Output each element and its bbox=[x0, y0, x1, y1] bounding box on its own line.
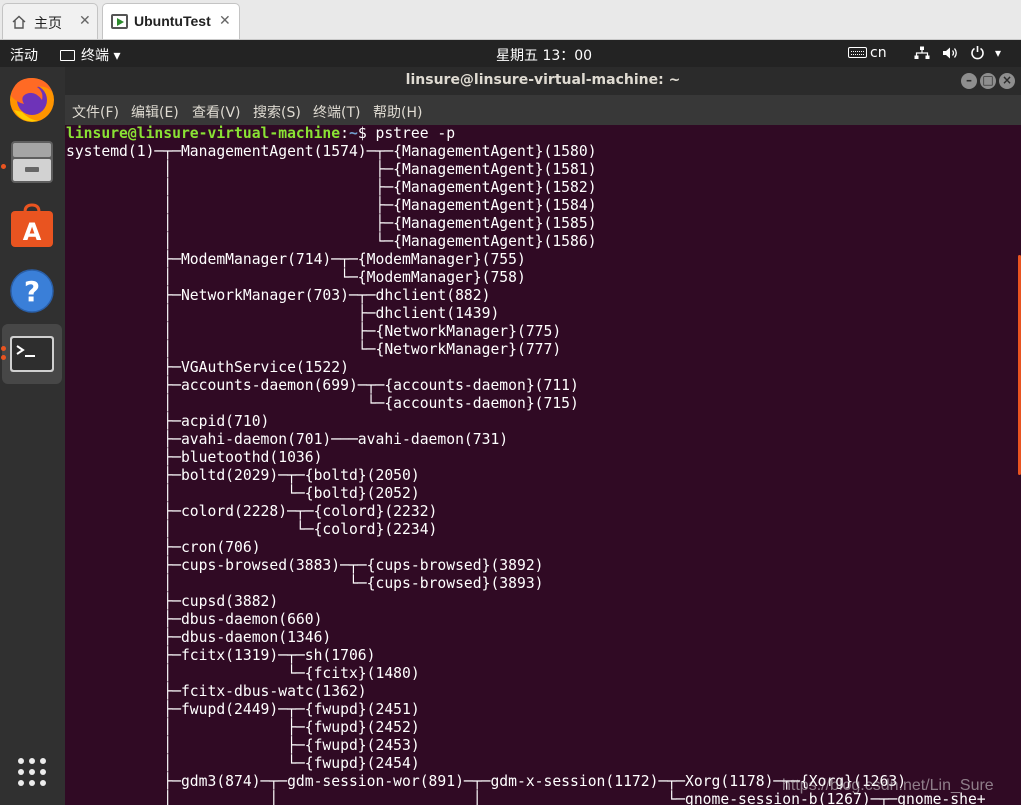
window-titlebar[interactable]: linsure@linsure-virtual-machine: ~ – □ × bbox=[65, 67, 1021, 95]
menu-file[interactable]: 文件(F) bbox=[72, 102, 119, 122]
output-line: │ ├─{ManagementAgent}(1585) bbox=[66, 215, 597, 232]
help-icon: ? bbox=[10, 269, 54, 313]
dock-files[interactable] bbox=[2, 131, 62, 191]
home-icon bbox=[12, 15, 26, 29]
output-line: ├─cupsd(3882) bbox=[66, 593, 279, 610]
show-apps-icon bbox=[18, 758, 46, 786]
output-line: ├─VGAuthService(1522) bbox=[66, 359, 349, 376]
output-line: ├─dbus-daemon(1346) bbox=[66, 629, 332, 646]
gnome-top-bar: 活动 终端 ▾ 星期五 13：00 cn ▾ bbox=[0, 40, 1021, 67]
tab-home-close-icon[interactable]: ✕ bbox=[79, 12, 91, 29]
vm-play-icon bbox=[111, 14, 128, 29]
output-line: │ └─{colord}(2234) bbox=[66, 521, 438, 538]
terminal-small-icon bbox=[60, 50, 75, 61]
maximize-button[interactable]: □ bbox=[980, 73, 996, 89]
tab-ubuntutest[interactable]: UbuntuTest ✕ bbox=[102, 3, 240, 39]
prompt-end: $ bbox=[357, 125, 376, 142]
dock-help[interactable]: ? bbox=[2, 260, 62, 320]
menu-help[interactable]: 帮助(H) bbox=[373, 102, 422, 122]
activities-button[interactable]: 活动 bbox=[10, 45, 38, 65]
output-line: ├─boltd(2029)─┬─{boltd}(2050) bbox=[66, 467, 420, 484]
svg-text:A: A bbox=[23, 218, 42, 246]
system-menu-chevron-down-icon[interactable]: ▾ bbox=[995, 46, 1001, 60]
output-line: ├─cron(706) bbox=[66, 539, 261, 556]
output-line: │ ├─{fwupd}(2452) bbox=[66, 719, 420, 736]
svg-text:?: ? bbox=[24, 275, 40, 308]
dock-show-apps[interactable] bbox=[2, 745, 62, 805]
output-line: ├─NetworkManager(703)─┬─dhclient(882) bbox=[66, 287, 491, 304]
output-line: ├─fcitx(1319)─┬─sh(1706) bbox=[66, 647, 376, 664]
dock-terminal[interactable] bbox=[2, 324, 62, 384]
terminal-output-area[interactable]: linsure@linsure-virtual-machine:~$ pstre… bbox=[65, 125, 1021, 805]
terminal-menubar: 文件(F) 编辑(E) 查看(V) 搜索(S) 终端(T) 帮助(H) bbox=[65, 95, 1021, 125]
command-text: pstree -p bbox=[375, 125, 456, 142]
dock-software-center[interactable]: A bbox=[2, 196, 62, 256]
output-line: ├─fcitx-dbus-watc(1362) bbox=[66, 683, 367, 700]
terminal-icon bbox=[10, 336, 54, 372]
output-line: ├─fwupd(2449)─┬─{fwupd}(2451) bbox=[66, 701, 420, 718]
tab-home-label: 主页 bbox=[34, 15, 62, 31]
running-indicator bbox=[1, 355, 6, 360]
dock-firefox[interactable] bbox=[2, 70, 62, 130]
output-line: ├─dbus-daemon(660) bbox=[66, 611, 323, 628]
output-line: ├─avahi-daemon(701)───avahi-daemon(731) bbox=[66, 431, 509, 448]
output-line: │ ├─{ManagementAgent}(1582) bbox=[66, 179, 597, 196]
output-line: ├─colord(2228)─┬─{colord}(2232) bbox=[66, 503, 438, 520]
running-indicator bbox=[1, 346, 6, 351]
output-line: │ └─{boltd}(2052) bbox=[66, 485, 420, 502]
tab-ubuntutest-close-icon[interactable]: ✕ bbox=[219, 12, 231, 29]
firefox-icon bbox=[10, 78, 54, 122]
output-line: │ └─{fcitx}(1480) bbox=[66, 665, 420, 682]
output-line: │ ├─{ManagementAgent}(1584) bbox=[66, 197, 597, 214]
output-line: ├─ModemManager(714)─┬─{ModemManager}(755… bbox=[66, 251, 526, 268]
output-line: │ ├─{fwupd}(2453) bbox=[66, 737, 420, 754]
tab-ubuntutest-label: UbuntuTest bbox=[134, 13, 211, 29]
menu-edit[interactable]: 编辑(E) bbox=[131, 102, 179, 122]
power-icon[interactable] bbox=[970, 45, 985, 60]
prompt-separator: : bbox=[340, 125, 349, 142]
host-tab-strip: 主页 ✕ UbuntuTest ✕ bbox=[0, 0, 1021, 40]
output-line: ├─acpid(710) bbox=[66, 413, 270, 430]
menu-search[interactable]: 搜索(S) bbox=[253, 102, 301, 122]
output-line: ├─cups-browsed(3883)─┬─{cups-browsed}(38… bbox=[66, 557, 544, 574]
input-method-label: cn bbox=[870, 45, 887, 61]
output-line: │ ├─dhclient(1439) bbox=[66, 305, 500, 322]
menu-terminal[interactable]: 终端(T) bbox=[313, 102, 360, 122]
app-menu-label: 终端 ▾ bbox=[81, 48, 121, 64]
output-line: │ └─{NetworkManager}(777) bbox=[66, 341, 562, 358]
clock[interactable]: 星期五 13：00 bbox=[496, 45, 592, 65]
output-line: systemd(1)─┬─ManagementAgent(1574)─┬─{Ma… bbox=[66, 143, 597, 160]
minimize-button[interactable]: – bbox=[961, 73, 977, 89]
prompt-line: linsure@linsure-virtual-machine:~$ pstre… bbox=[66, 125, 986, 143]
output-line: │ └─{fwupd}(2454) bbox=[66, 755, 420, 772]
output-line: ├─bluetoothd(1036) bbox=[66, 449, 323, 466]
keyboard-icon bbox=[848, 47, 867, 58]
prompt-path: ~ bbox=[348, 125, 358, 142]
output-line: │ └─{ManagementAgent}(1586) bbox=[66, 233, 597, 250]
output-line: │ └─{accounts-daemon}(715) bbox=[66, 395, 579, 412]
software-center-icon: A bbox=[11, 203, 53, 247]
input-method-indicator[interactable]: cn bbox=[848, 45, 887, 61]
menu-view[interactable]: 查看(V) bbox=[192, 102, 241, 122]
prompt-user: linsure@linsure-virtual-machine bbox=[66, 125, 341, 142]
output-line: │ ├─{NetworkManager}(775) bbox=[66, 323, 562, 340]
tab-home[interactable]: 主页 ✕ bbox=[2, 3, 98, 39]
volume-icon[interactable] bbox=[942, 46, 959, 60]
files-icon bbox=[11, 141, 53, 183]
watermark: https://blog.csdn.net/Lin_Sure bbox=[782, 777, 994, 794]
output-line: │ ├─{ManagementAgent}(1581) bbox=[66, 161, 597, 178]
app-menu-button[interactable]: 终端 ▾ bbox=[60, 45, 120, 65]
close-button[interactable]: × bbox=[999, 73, 1015, 89]
output-line: ├─accounts-daemon(699)─┬─{accounts-daemo… bbox=[66, 377, 579, 394]
network-icon[interactable] bbox=[914, 46, 930, 60]
output-line: │ └─{ModemManager}(758) bbox=[66, 269, 526, 286]
dock: A ? bbox=[0, 67, 65, 805]
output-line: │ └─{cups-browsed}(3893) bbox=[66, 575, 544, 592]
window-title: linsure@linsure-virtual-machine: ~ bbox=[405, 72, 681, 88]
